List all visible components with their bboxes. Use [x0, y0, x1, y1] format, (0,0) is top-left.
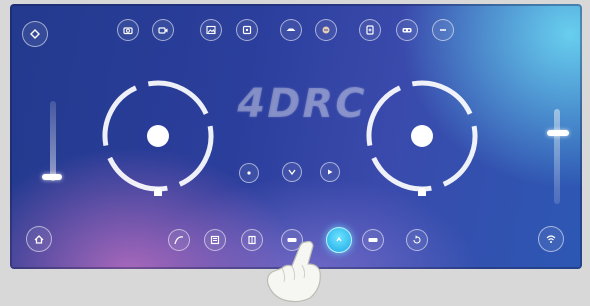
- gesture-icon: [322, 26, 330, 34]
- right-joystick-thumb[interactable]: [411, 125, 433, 147]
- video-button[interactable]: [152, 19, 174, 41]
- altitude-hold-button[interactable]: [326, 227, 352, 253]
- brand-logo: 4DRC: [224, 81, 380, 127]
- home-icon: [34, 235, 44, 244]
- camera-button[interactable]: [117, 19, 139, 41]
- vr-icon: [402, 28, 412, 33]
- video-icon: [158, 27, 168, 34]
- right-vertical-trim[interactable]: [554, 109, 560, 204]
- left-joystick-tab: [154, 188, 162, 206]
- right-trim-knob[interactable]: [547, 130, 569, 136]
- gravity-sensor-button[interactable]: [359, 19, 381, 41]
- album-button[interactable]: [204, 229, 226, 251]
- headless-mode-icon: [242, 25, 252, 35]
- return-icon: [413, 235, 421, 244]
- left-trim-knob[interactable]: [42, 174, 62, 180]
- left-joystick[interactable]: [98, 76, 218, 206]
- vr-button[interactable]: [396, 19, 418, 41]
- drone-icon: [286, 28, 296, 31]
- trajectory-button[interactable]: [168, 229, 190, 251]
- one-key-takeoff-button[interactable]: [239, 163, 259, 183]
- left-joystick-thumb[interactable]: [147, 125, 169, 147]
- wifi-button[interactable]: [538, 226, 564, 252]
- settings-icon: [30, 29, 40, 39]
- gesture-button[interactable]: [315, 19, 337, 41]
- drone-button[interactable]: [280, 19, 302, 41]
- right-joystick-tab: [418, 188, 426, 206]
- right-joystick[interactable]: [362, 76, 482, 206]
- calibrate-button[interactable]: [362, 229, 384, 251]
- settings-button[interactable]: [22, 21, 48, 47]
- one-key-land-button[interactable]: [282, 162, 302, 182]
- more-icon: [440, 29, 446, 31]
- gravity-sensor-icon: [366, 25, 374, 35]
- headless-mode-button[interactable]: [236, 19, 258, 41]
- album-icon: [210, 235, 220, 245]
- left-vertical-trim[interactable]: [50, 101, 56, 181]
- altitude-hold-icon: [336, 236, 342, 242]
- one-key-land-icon: [288, 169, 296, 176]
- wifi-icon: [546, 235, 556, 243]
- more-button[interactable]: [432, 19, 454, 41]
- emergency-stop-button[interactable]: [320, 162, 340, 182]
- home-button[interactable]: [26, 226, 52, 252]
- return-button[interactable]: [406, 229, 428, 251]
- flip-button[interactable]: [241, 229, 263, 251]
- gallery-icon: [206, 25, 216, 35]
- flip-icon: [248, 235, 256, 245]
- emergency-stop-icon: [328, 169, 333, 175]
- brand-logo-text: 4DRC: [237, 81, 367, 127]
- camera-icon: [123, 27, 133, 35]
- one-key-takeoff-icon: [247, 171, 251, 175]
- gallery-button[interactable]: [200, 19, 222, 41]
- calibrate-icon: [368, 238, 378, 242]
- controller-screen: 4DRC: [10, 4, 582, 269]
- trajectory-icon: [174, 236, 184, 245]
- pointing-hand-icon: [266, 240, 321, 303]
